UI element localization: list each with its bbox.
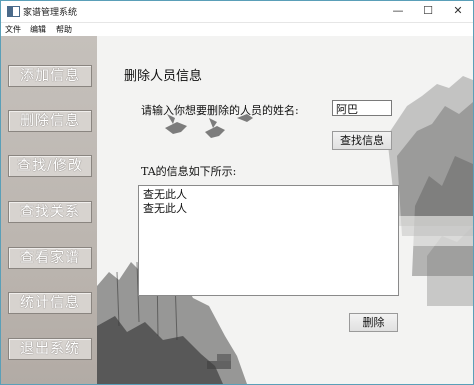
- title-bar: 家谱管理系统 — ☐ ✕: [1, 1, 473, 23]
- info-label: TA的信息如下所示:: [141, 165, 237, 178]
- sidebar-item-delete[interactable]: 删除信息: [8, 110, 92, 132]
- minimize-button[interactable]: —: [384, 1, 412, 22]
- app-window: 家谱管理系统 — ☐ ✕ 文件 编辑 帮助 添加信息 删除信息 查找/修改 查找…: [0, 0, 474, 385]
- info-text-area[interactable]: 查无此人 查无此人: [138, 185, 399, 296]
- main-content: 添加信息 删除信息 查找/修改 查找关系 查看家谱 统计信息 退出系统 删除人员…: [1, 36, 473, 384]
- sidebar-item-find-edit[interactable]: 查找/修改: [8, 155, 92, 177]
- info-line: 查无此人: [143, 188, 187, 201]
- close-button[interactable]: ✕: [444, 1, 472, 22]
- sidebar-item-view-tree[interactable]: 查看家谱: [8, 247, 92, 269]
- menu-help[interactable]: 帮助: [56, 24, 72, 35]
- info-line: 查无此人: [143, 202, 187, 215]
- delete-button[interactable]: 删除: [349, 313, 398, 332]
- name-prompt-label: 请输入你想要删除的人员的姓名:: [141, 104, 299, 117]
- app-icon: [7, 6, 20, 17]
- maximize-button[interactable]: ☐: [414, 1, 442, 22]
- sidebar-item-find-relation[interactable]: 查找关系: [8, 201, 92, 223]
- menu-file[interactable]: 文件: [5, 24, 21, 35]
- sidebar-item-exit[interactable]: 退出系统: [8, 338, 92, 360]
- name-input[interactable]: 阿巴: [332, 100, 392, 116]
- sidebar-item-add[interactable]: 添加信息: [8, 65, 92, 87]
- find-info-button[interactable]: 查找信息: [332, 131, 392, 150]
- sidebar-item-statistics[interactable]: 统计信息: [8, 292, 92, 314]
- menu-bar: 文件 编辑 帮助: [1, 23, 473, 36]
- sidebar: 添加信息 删除信息 查找/修改 查找关系 查看家谱 统计信息 退出系统: [1, 36, 97, 384]
- menu-edit[interactable]: 编辑: [30, 24, 46, 35]
- window-title: 家谱管理系统: [23, 8, 78, 18]
- page-title: 删除人员信息: [124, 69, 203, 84]
